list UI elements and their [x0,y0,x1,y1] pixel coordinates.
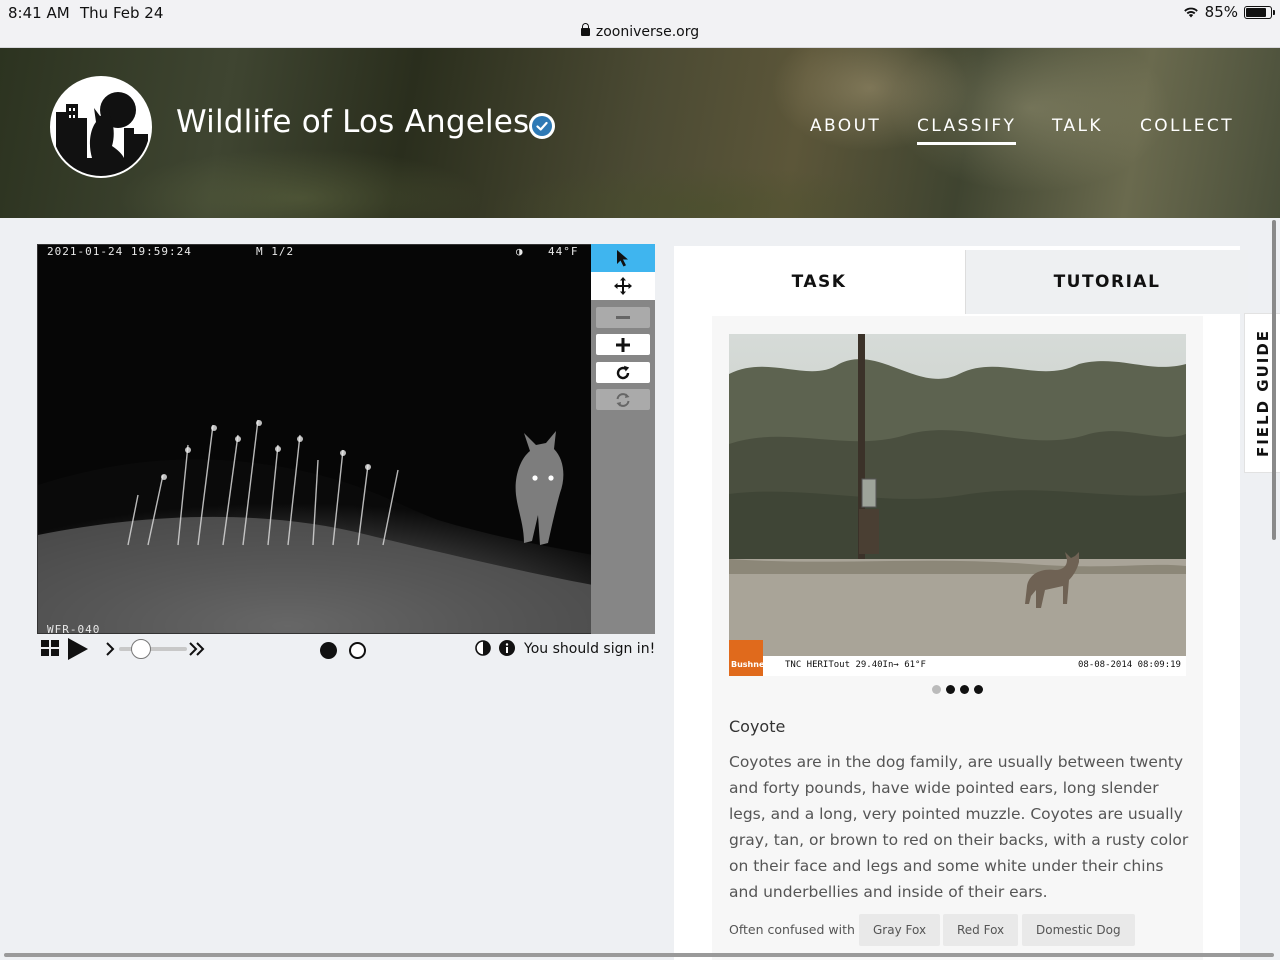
rotate-button[interactable] [596,362,650,383]
species-name: Coyote [729,717,786,736]
camera-id: WFR-040 [47,623,101,634]
example-brand-label: Bushnell [731,660,770,669]
grid-view-icon[interactable] [41,640,59,656]
reset-icon [616,392,630,407]
sign-in-prompt[interactable]: You should sign in! [524,641,655,657]
project-header: Wildlife of Los Angeles ABOUT CLASSIFY T… [0,48,1280,218]
invert-contrast-icon[interactable] [475,640,491,656]
moon-icon: ◑ [516,245,524,258]
verified-badge-icon [529,113,555,139]
fast-forward-icon[interactable] [189,642,205,656]
confused-chip-domestic-dog[interactable]: Domestic Dog [1022,914,1135,946]
home-indicator [4,953,1274,957]
pointer-icon [617,250,628,267]
confused-with-label: Often confused with [729,922,855,937]
page-scrollbar[interactable] [1272,220,1276,540]
wifi-icon [1183,7,1198,18]
example-caption-right: 08-08-2014 08:09:19 [1078,660,1181,670]
species-description: Coyotes are in the dog family, are usual… [729,753,1189,901]
nav-talk[interactable]: TALK [1052,116,1103,136]
move-icon [614,277,632,295]
example-caption-left: TNC HERITout 29.40In→ 61°F [785,660,926,670]
play-icon[interactable] [68,638,88,660]
info-icon[interactable] [499,640,515,656]
pointer-tool-button[interactable] [591,244,655,272]
confused-chip-gray-fox[interactable]: Gray Fox [859,914,941,946]
zoom-in-button[interactable] [596,334,650,355]
image-toolbar [591,244,655,634]
step-dot[interactable] [932,685,941,694]
tutorial-example-image: Bushnell TNC HERITout 29.40In→ 61°F 08-0… [729,334,1186,676]
coyote-example-photo [729,334,1186,676]
battery-percent: 85% [1204,3,1238,21]
zoom-out-button[interactable] [596,307,650,328]
status-indicators: 85% [1183,3,1275,21]
step-dot[interactable] [960,685,969,694]
field-guide-label: FIELD GUIDE [1253,328,1272,458]
night-camera-image [38,245,591,633]
camera-frame: M 1/2 [256,245,295,258]
status-time: 8:41 AM [8,4,70,22]
step-dot[interactable] [974,685,983,694]
ios-status-bar: 8:41 AM Thu Feb 24 zooniverse.org 85% [0,0,1280,48]
nav-classify[interactable]: CLASSIFY [917,116,1017,145]
project-avatar[interactable] [50,76,152,178]
address-bar[interactable]: zooniverse.org [0,23,1280,40]
nav-collect[interactable]: COLLECT [1140,116,1234,136]
next-frame-icon[interactable] [105,642,115,656]
subject-image-viewer[interactable]: 2021-01-24 19:59:24 M 1/2 ◑ 44°F WFR-040 [37,244,592,634]
status-date: Thu Feb 24 [80,4,164,22]
step-dot[interactable] [946,685,955,694]
frame-2-dot[interactable] [349,642,366,659]
lock-icon [580,23,590,36]
tutorial-step-dots [932,685,983,694]
reset-button[interactable] [596,389,650,410]
frame-slider-track[interactable] [119,647,187,651]
nav-about[interactable]: ABOUT [810,116,881,136]
tab-task[interactable]: TASK [674,250,964,314]
frame-slider-handle[interactable] [131,639,151,659]
zoom-out-icon [616,315,630,319]
frame-1-dot[interactable] [320,642,337,659]
coyote-skyline-logo [52,78,150,176]
camera-timestamp: 2021-01-24 19:59:24 [47,245,192,258]
confused-chip-red-fox[interactable]: Red Fox [943,914,1019,946]
battery-icon [1244,5,1275,19]
camera-temperature: 44°F [548,245,579,258]
move-tool-button[interactable] [591,272,655,300]
zoom-in-icon [616,337,630,352]
rotate-icon [616,365,630,379]
tab-tutorial[interactable]: TUTORIAL [965,250,1248,314]
address-url: zooniverse.org [595,24,700,40]
project-title[interactable]: Wildlife of Los Angeles [176,104,529,140]
